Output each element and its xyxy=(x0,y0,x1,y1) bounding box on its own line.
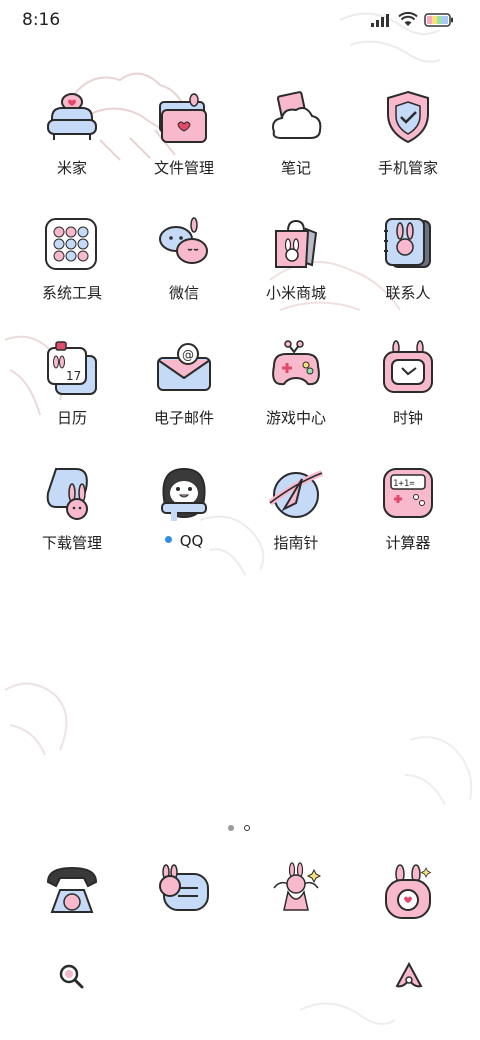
tools-grid-icon xyxy=(42,213,102,273)
download-bunny-icon xyxy=(42,463,102,523)
cloud-note-icon xyxy=(266,88,326,148)
status-bar: 8:16 xyxy=(0,0,480,42)
chat-bubbles-icon xyxy=(154,213,214,273)
mail-icon: @ xyxy=(154,338,214,398)
contacts-book-icon xyxy=(378,213,438,273)
app-label: 联系人 xyxy=(385,284,431,302)
app-label: 电子邮件 xyxy=(153,409,214,427)
phone-icon xyxy=(42,862,102,922)
sofa-icon xyxy=(42,88,102,148)
app-label-text: QQ xyxy=(179,532,204,550)
app-label: 笔记 xyxy=(280,159,311,177)
app-downloads[interactable]: 下载管理 xyxy=(16,459,128,569)
dock xyxy=(0,858,480,928)
app-label: 日历 xyxy=(56,409,87,427)
app-label: 文件管理 xyxy=(153,159,214,177)
app-clock[interactable]: 时钟 xyxy=(352,334,464,444)
app-security[interactable]: 手机管家 xyxy=(352,84,464,194)
app-qq[interactable]: QQ xyxy=(128,459,240,569)
app-compass[interactable]: 指南针 xyxy=(240,459,352,569)
background-sketch-lower-right xyxy=(404,736,473,806)
calendar-icon: 17 xyxy=(42,338,102,398)
status-time: 8:16 xyxy=(22,10,61,30)
signal-icon xyxy=(371,13,389,27)
angel-bunny-icon xyxy=(266,862,326,922)
calendar-date: 17 xyxy=(66,369,81,383)
app-system-tools[interactable]: 系统工具 xyxy=(16,209,128,319)
app-label: 米家 xyxy=(56,159,87,177)
gamepad-icon xyxy=(266,338,326,398)
app-row-3: 17 日历 @ 电子邮件 游戏中心 时钟 xyxy=(0,334,480,444)
app-label: 指南针 xyxy=(273,534,319,552)
app-label: 下载管理 xyxy=(41,534,102,552)
app-email[interactable]: @ 电子邮件 xyxy=(128,334,240,444)
app-label: 时钟 xyxy=(392,409,423,427)
page-indicator[interactable] xyxy=(228,825,250,831)
dock-gallery[interactable] xyxy=(240,858,352,928)
assistant-button[interactable] xyxy=(393,960,425,992)
app-mi-store[interactable]: 小米商城 xyxy=(240,209,352,319)
app-wechat[interactable]: 微信 xyxy=(128,209,240,319)
compass-planet-icon xyxy=(266,463,326,523)
app-label: 游戏中心 xyxy=(265,409,326,427)
app-label: QQ xyxy=(128,532,240,550)
app-game-center[interactable]: 游戏中心 xyxy=(240,334,352,444)
app-mijia[interactable]: 米家 xyxy=(16,84,128,194)
app-contacts[interactable]: 联系人 xyxy=(352,209,464,319)
folder-bunny-icon xyxy=(154,88,214,148)
calculator-display: 1+1= xyxy=(393,479,415,489)
app-file-manager[interactable]: 文件管理 xyxy=(128,84,240,194)
penguin-icon xyxy=(154,463,214,523)
app-label: 微信 xyxy=(168,284,199,302)
background-sketch-bottom xyxy=(299,1002,396,1025)
page-dot[interactable] xyxy=(228,825,234,831)
dock-phone[interactable] xyxy=(16,858,128,928)
clock-tv-icon xyxy=(378,338,438,398)
shield-check-icon xyxy=(378,88,438,148)
message-bunny-icon xyxy=(154,862,214,922)
status-icons xyxy=(370,12,454,27)
app-label: 计算器 xyxy=(385,534,431,552)
wifi-icon xyxy=(398,12,418,26)
search-icon xyxy=(59,964,84,989)
app-label: 小米商城 xyxy=(265,284,326,302)
app-calculator[interactable]: 1+1= 计算器 xyxy=(352,459,464,569)
app-notes[interactable]: 笔记 xyxy=(240,84,352,194)
camera-bunny-icon xyxy=(378,862,438,922)
search-button[interactable] xyxy=(55,960,87,992)
battery-icon xyxy=(424,12,453,27)
page-dot-active[interactable] xyxy=(244,825,250,831)
calculator-icon: 1+1= xyxy=(378,463,438,523)
mail-symbol: @ xyxy=(182,348,194,362)
background-sketch-lower-left xyxy=(4,682,68,756)
dock-messages[interactable] xyxy=(128,858,240,928)
dock-camera[interactable] xyxy=(352,858,464,928)
app-row-2: 系统工具 微信 小米商城 联系人 xyxy=(0,209,480,319)
app-label: 手机管家 xyxy=(377,159,438,177)
app-row-1: 米家 文件管理 笔记 手机管家 xyxy=(0,84,480,194)
assistant-icon xyxy=(395,961,423,988)
shopping-bag-icon xyxy=(266,213,326,273)
app-calendar[interactable]: 17 日历 xyxy=(16,334,128,444)
app-label: 系统工具 xyxy=(41,284,102,302)
app-row-4: 下载管理 QQ 指南针 1+1= 计算器 xyxy=(0,459,480,569)
new-badge-dot xyxy=(164,536,172,543)
